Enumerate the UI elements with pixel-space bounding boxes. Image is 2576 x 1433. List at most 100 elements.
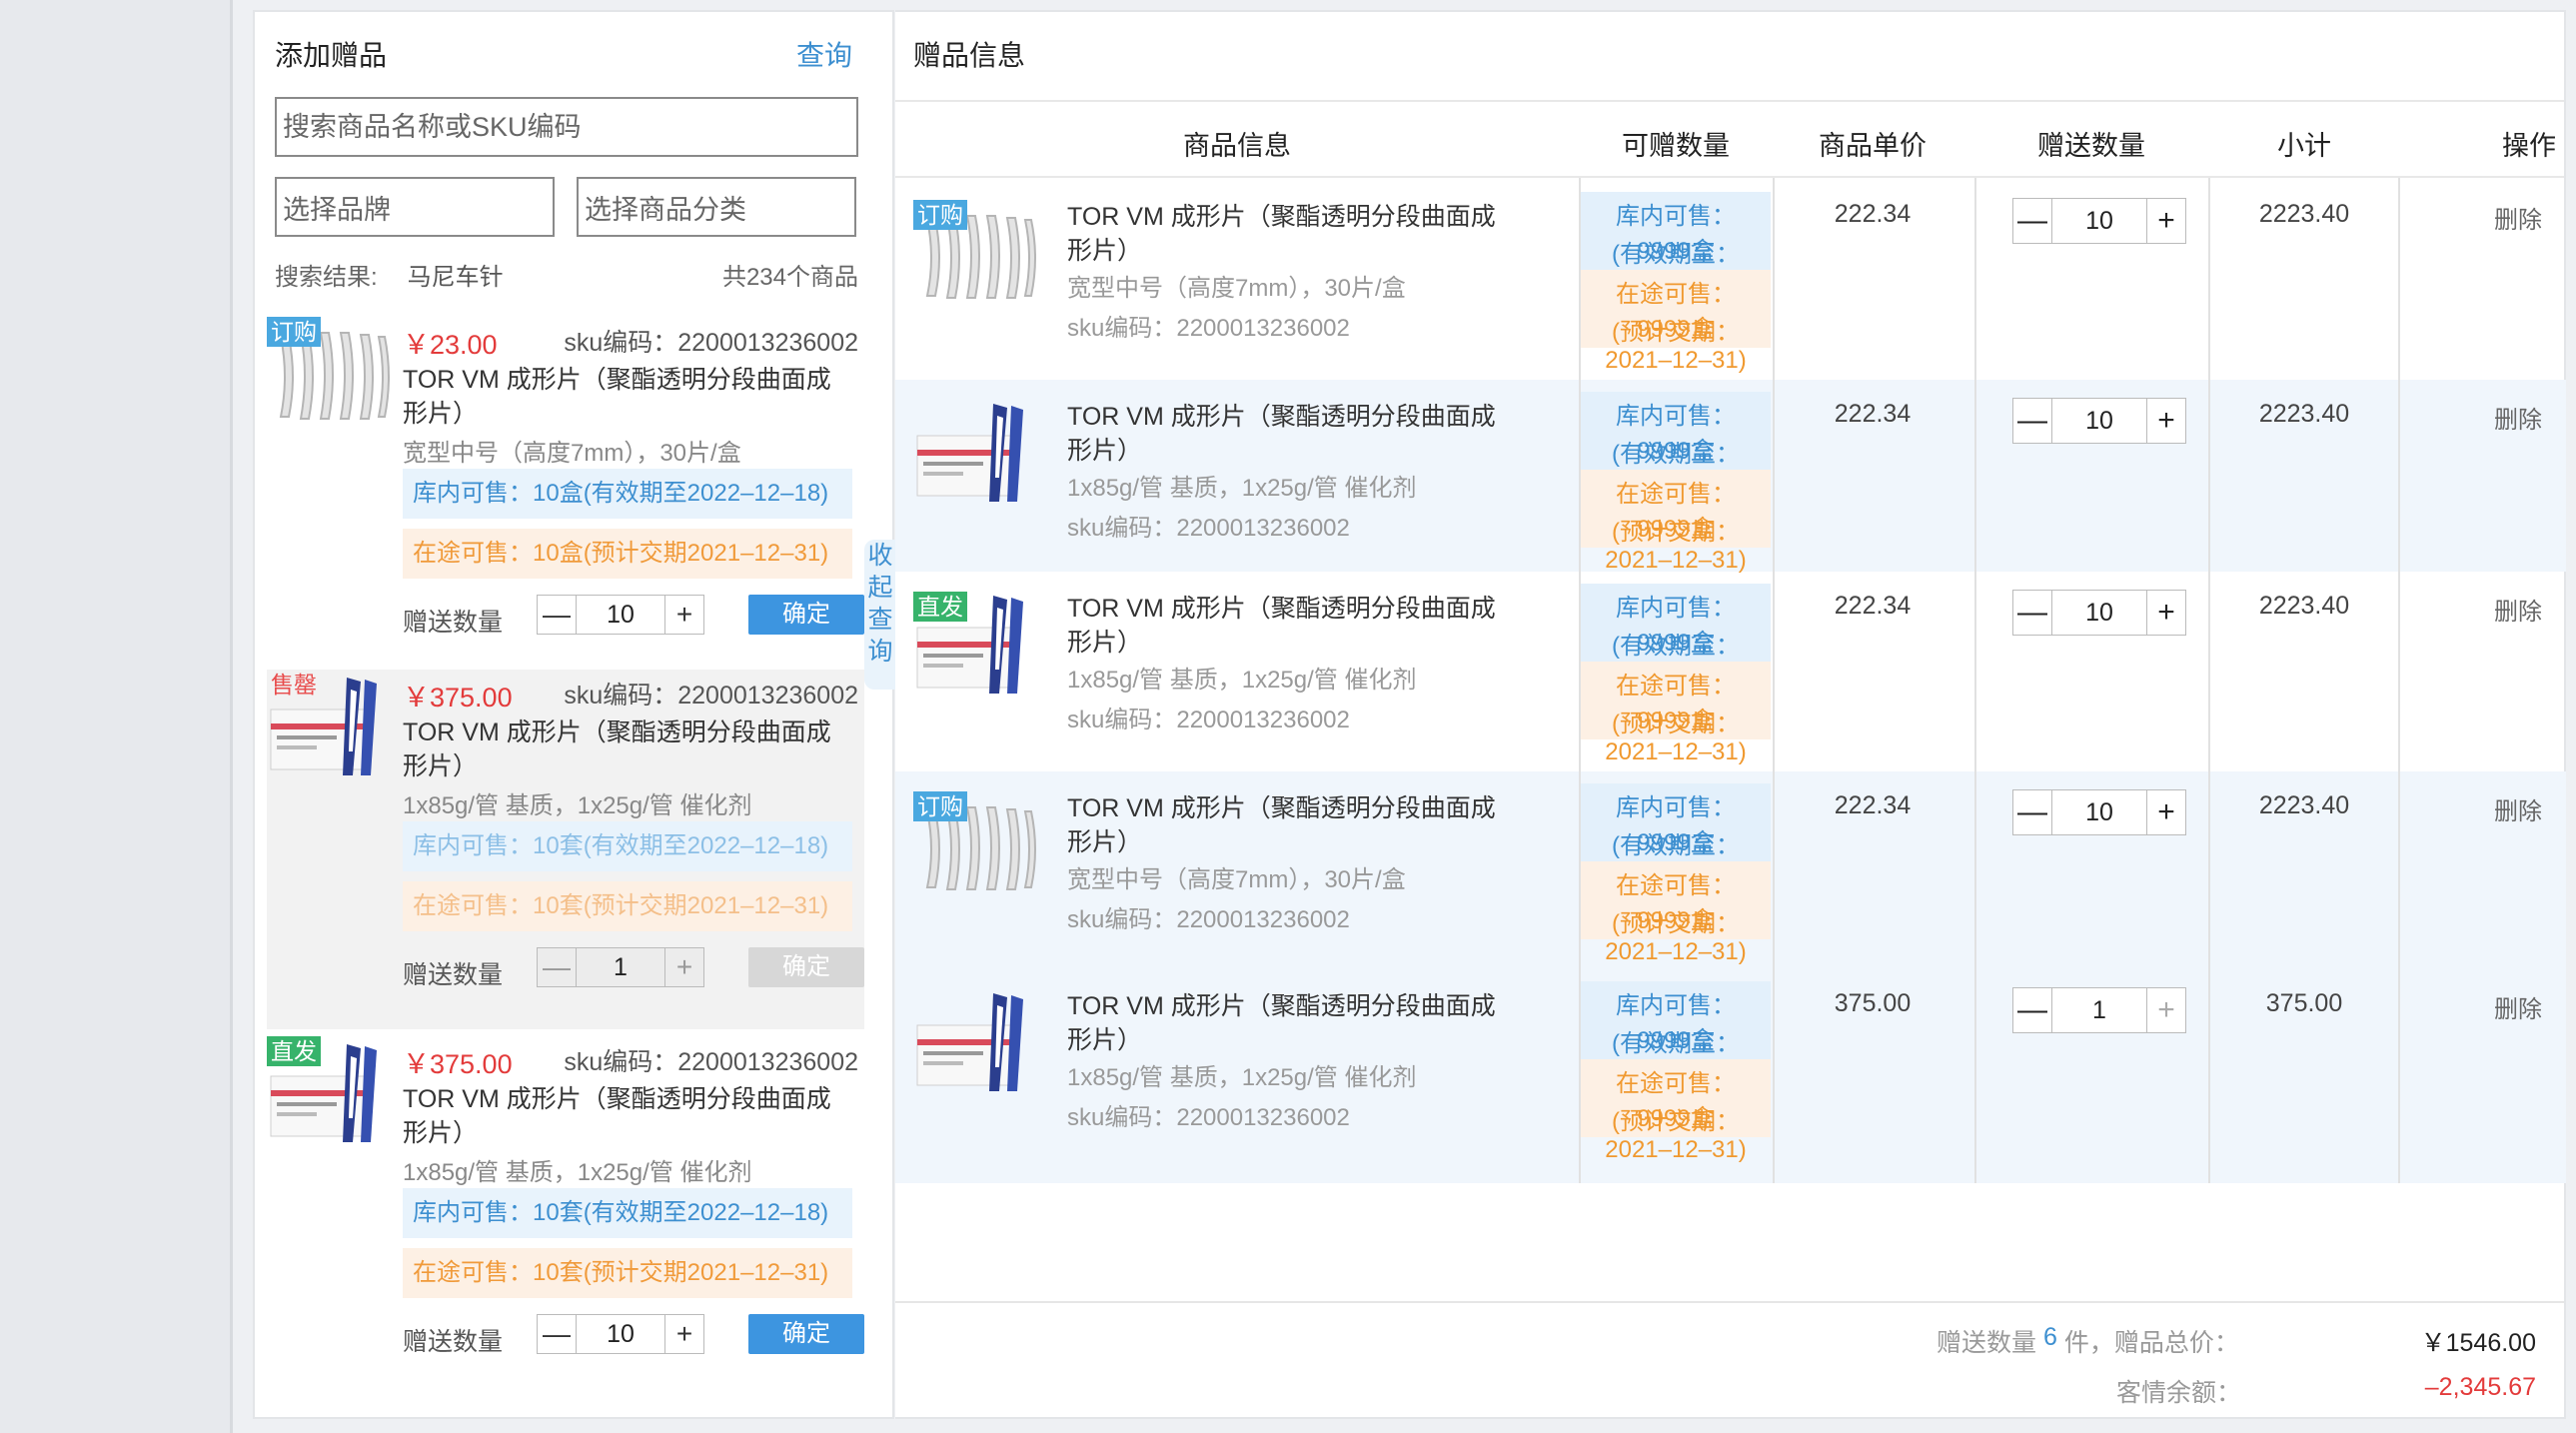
impression-kit-image [916, 993, 1023, 1091]
app-root: 添加赠品 查询 选择品牌 选择商品分类 搜索结果: 马尼车针 共234个商品 订… [0, 0, 2576, 1433]
plus-button[interactable]: + [2147, 591, 2185, 635]
subtotal: 2223.40 [2258, 200, 2350, 228]
minus-button[interactable]: — [2013, 790, 2051, 834]
product-sku: sku编码：2200013236002 [1067, 1104, 1350, 1131]
col-divider [1579, 178, 1581, 1183]
product-name: TOR VM 成形片（聚酯透明分段曲面成形片） [1067, 203, 1496, 265]
subtotal: 2223.40 [2258, 791, 2350, 819]
quantity-input[interactable]: 10 [576, 596, 665, 634]
product-thumbnail[interactable]: 售罄 [267, 670, 395, 789]
product-thumbnail[interactable] [913, 400, 1041, 512]
gift-info-panel: 赠品信息 商品信息 可赠数量 商品单价 赠送数量 小计 操作 订购 TOR VM … [895, 10, 2566, 1419]
minus-button[interactable]: — [2013, 988, 2051, 1032]
quantity-input[interactable]: 1 [2051, 988, 2147, 1032]
confirm-button[interactable]: 确定 [748, 595, 864, 635]
add-gift-panel: 添加赠品 查询 选择品牌 选择商品分类 搜索结果: 马尼车针 共234个商品 订… [253, 10, 894, 1419]
quantity-stepper: — 10 + [537, 1314, 704, 1354]
col-header-gift-qty: 赠送数量 [2037, 131, 2145, 161]
stock-available: 库内可售：10套(有效期至2022–12–18) [403, 1188, 852, 1238]
divider [895, 1301, 2564, 1303]
col-header-available: 可赠数量 [1622, 131, 1730, 161]
plus-button[interactable]: + [665, 596, 703, 634]
plus-button[interactable]: + [2147, 790, 2185, 834]
minus-button[interactable]: — [2013, 591, 2051, 635]
quantity-input[interactable]: 10 [2051, 591, 2147, 635]
sold-out-tag: 售罄 [271, 672, 317, 698]
minus-button[interactable]: — [538, 948, 576, 986]
balance-summary: 客情余额： –2,345.67 [1936, 1373, 2536, 1409]
gift-qty-count: 6 [2042, 1323, 2057, 1351]
gift-table-row: TOR VM 成形片（聚酯透明分段曲面成形片） 1x85g/管 基质，1x25g/… [895, 380, 2566, 574]
subtotal: 2223.40 [2258, 400, 2350, 428]
quantity-input[interactable]: 10 [576, 1315, 665, 1353]
result-label: 搜索结果: [275, 264, 378, 291]
unit-price: 222.34 [1834, 400, 1912, 428]
order-tag: 订购 [267, 317, 321, 347]
minus-button[interactable]: — [538, 596, 576, 634]
product-card: 订购 ￥23.00 sku编码：2200013236002 TOR VM 成形片… [267, 317, 864, 677]
quantity-stepper: —1 + [2012, 987, 2186, 1033]
product-thumbnail[interactable]: 订购 [913, 200, 1041, 312]
product-thumbnail[interactable]: 订购 [913, 791, 1041, 903]
confirm-button[interactable]: 确定 [748, 1314, 864, 1354]
search-input[interactable] [275, 97, 858, 157]
product-name: TOR VM 成形片（聚酯透明分段曲面成形片） [1067, 992, 1496, 1054]
product-spec: 宽型中号（高度7mm），30片/盒 [1067, 275, 1406, 302]
quantity-input[interactable]: 1 [576, 948, 665, 986]
product-thumbnail[interactable] [913, 989, 1041, 1101]
product-name: TOR VM 成形片（聚酯透明分段曲面成形片） [1067, 595, 1496, 657]
product-price: ￥375.00 [403, 683, 513, 713]
product-spec: 1x85g/管 基质，1x25g/管 催化剂 [1067, 1064, 1417, 1091]
minus-button[interactable]: — [2013, 199, 2051, 243]
plus-button[interactable]: + [2147, 199, 2185, 243]
product-card: 直发 ￥375.00 sku编码：2200013236002 TOR VM 成形… [267, 1036, 864, 1396]
product-name: TOR VM 成形片（聚酯透明分段曲面成形片） [1067, 403, 1496, 465]
delete-link[interactable]: 删除 [2494, 989, 2542, 1024]
product-sku: sku编码：2200013236002 [564, 329, 858, 357]
gift-info-title: 赠品信息 [913, 40, 1026, 71]
plus-button[interactable]: + [665, 1315, 703, 1353]
gift-table-row: 订购 TOR VM 成形片（聚酯透明分段曲面成形片） 宽型中号（高度7mm），30片… [895, 771, 2566, 969]
product-thumbnail[interactable]: 订购 [267, 317, 395, 437]
delete-link[interactable]: 删除 [2494, 400, 2542, 435]
unit-price: 375.00 [1834, 989, 1912, 1017]
plus-button[interactable]: + [2147, 399, 2185, 443]
category-select[interactable]: 选择商品分类 [577, 177, 856, 237]
product-name: TOR VM 成形片（聚酯透明分段曲面成形片） [403, 366, 831, 428]
subtotal: 2223.40 [2258, 592, 2350, 620]
quantity-stepper: — 10 + [537, 595, 704, 635]
app-sidebar [0, 0, 233, 1433]
col-header-product: 商品信息 [1183, 131, 1291, 161]
gift-qty-suffix: 件，赠品总价： [2063, 1329, 2239, 1357]
plus-button[interactable]: + [665, 948, 703, 986]
col-divider [1974, 178, 1976, 1183]
quantity-input[interactable]: 10 [2051, 399, 2147, 443]
unit-price: 222.34 [1834, 592, 1912, 620]
delete-link[interactable]: 删除 [2494, 200, 2542, 235]
product-spec: 1x85g/管 基质，1x25g/管 催化剂 [403, 1159, 752, 1186]
gift-total: ￥1546.00 [2420, 1329, 2536, 1357]
quantity-input[interactable]: 10 [2051, 199, 2147, 243]
quantity-input[interactable]: 10 [2051, 790, 2147, 834]
plus-button[interactable]: + [2147, 988, 2185, 1032]
minus-button[interactable]: — [2013, 399, 2051, 443]
product-thumbnail[interactable]: 直发 [913, 592, 1041, 704]
col-divider [2398, 178, 2400, 1183]
collapse-query-tab[interactable]: 收起查询 [864, 540, 896, 690]
product-thumbnail[interactable]: 直发 [267, 1036, 395, 1156]
confirm-button[interactable]: 确定 [748, 947, 864, 987]
product-name: TOR VM 成形片（聚酯透明分段曲面成形片） [1067, 794, 1496, 856]
quantity-stepper: —10 + [2012, 789, 2186, 835]
query-link[interactable]: 查询 [796, 34, 852, 74]
delete-link[interactable]: 删除 [2494, 592, 2542, 627]
delete-link[interactable]: 删除 [2494, 791, 2542, 826]
unit-price: 222.34 [1834, 200, 1912, 228]
col-header-action: 操作 [2502, 131, 2556, 161]
product-spec: 1x85g/管 基质，1x25g/管 催化剂 [1067, 475, 1417, 502]
quantity-stepper: —10 + [2012, 590, 2186, 636]
brand-select[interactable]: 选择品牌 [275, 177, 555, 237]
minus-button[interactable]: — [538, 1315, 576, 1353]
eta-date: (预计交期：2021–12–31) [1605, 519, 1747, 574]
stock-in-transit: 在途可售：10盒(预计交期2021–12–31) [403, 529, 852, 579]
direct-ship-tag: 直发 [267, 1036, 321, 1066]
